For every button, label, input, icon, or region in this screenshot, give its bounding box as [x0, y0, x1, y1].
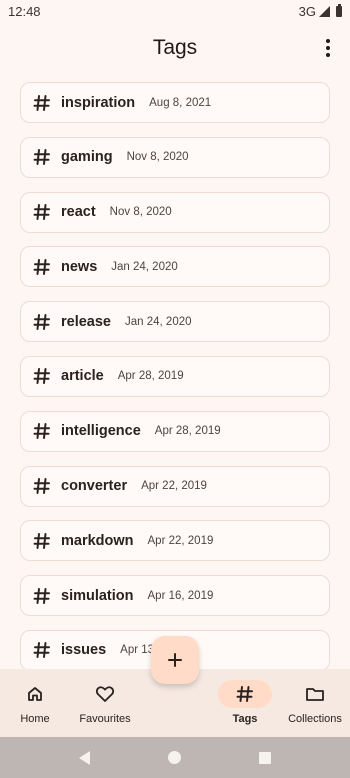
home-circle-icon[interactable] — [168, 751, 181, 764]
tag-date: Nov 8, 2020 — [109, 206, 172, 219]
tag-date: Apr 22, 2019 — [141, 480, 207, 493]
tag-card-markdown[interactable]: markdown Apr 22, 2019 — [20, 520, 330, 562]
tag-date: Apr 28, 2019 — [154, 425, 221, 438]
home-icon — [8, 680, 62, 708]
hash-icon — [33, 94, 50, 111]
nav-item-tags[interactable]: Tags — [210, 669, 280, 737]
add-tag-button[interactable] — [151, 636, 199, 684]
tag-card-intelligence[interactable]: intelligence Apr 28, 2019 — [20, 410, 330, 452]
tag-card-release[interactable]: release Jan 24, 2020 — [20, 301, 330, 343]
folder-icon — [288, 680, 342, 708]
status-bar: 12:48 3G — [0, 0, 350, 22]
back-icon[interactable] — [79, 750, 90, 765]
tag-date: Nov 8, 2020 — [126, 151, 189, 164]
tag-date: Jan 24, 2020 — [125, 315, 192, 328]
nav-item-collections[interactable]: Collections — [280, 669, 350, 737]
tag-date: Apr 28, 2019 — [117, 370, 184, 383]
hash-icon — [33, 423, 50, 440]
tag-card-article[interactable]: article Apr 28, 2019 — [20, 355, 330, 397]
add-icon — [168, 653, 182, 667]
recents-icon[interactable] — [259, 751, 271, 764]
tag-name: intelligence — [61, 423, 141, 440]
status-icons: 3G — [298, 3, 342, 19]
page-title: Tags — [152, 36, 198, 59]
tag-name: gaming — [61, 149, 113, 166]
tag-card-react[interactable]: react Nov 8, 2020 — [20, 191, 330, 233]
nav-label: Tags — [232, 713, 258, 725]
tag-date: Jan 24, 2020 — [111, 260, 178, 273]
tag-card-converter[interactable]: converter Apr 22, 2019 — [20, 465, 330, 507]
signal-icon — [319, 5, 330, 17]
hash-icon — [33, 642, 50, 659]
hash-icon — [218, 680, 272, 708]
network-type: 3G — [298, 3, 316, 19]
nav-label: Favourites — [79, 713, 131, 725]
nav-label: Home — [20, 713, 50, 725]
tag-name: simulation — [61, 587, 134, 604]
tag-date: Aug 8, 2021 — [149, 96, 212, 109]
hash-icon — [33, 478, 50, 495]
hash-icon — [33, 368, 50, 385]
status-time: 12:48 — [8, 3, 41, 19]
tag-name: article — [61, 368, 104, 385]
tag-date: Apr 16, 2019 — [147, 589, 214, 602]
nav-item-home[interactable]: Home — [0, 669, 70, 737]
heart-icon — [78, 680, 132, 708]
tag-name: react — [61, 204, 96, 221]
tag-name: release — [61, 313, 111, 330]
app-bar: Tags — [0, 28, 350, 68]
hash-icon — [33, 258, 50, 275]
battery-icon — [336, 3, 342, 17]
tag-list: inspiration Aug 8, 2021 gaming Nov 8, 20… — [20, 82, 330, 669]
nav-item-favourites[interactable]: Favourites — [70, 669, 140, 737]
tag-name: inspiration — [61, 94, 136, 111]
system-nav-bar — [0, 737, 350, 778]
nav-label: Collections — [288, 713, 342, 725]
hash-icon — [33, 587, 50, 604]
hash-icon — [33, 532, 50, 549]
hash-icon — [33, 313, 50, 330]
tag-date: Apr 22, 2019 — [147, 534, 214, 547]
tag-name: news — [61, 258, 98, 275]
tag-name: converter — [61, 478, 128, 495]
tag-card-inspiration[interactable]: inspiration Aug 8, 2021 — [20, 82, 330, 123]
hash-icon — [33, 149, 50, 166]
tag-card-simulation[interactable]: simulation Apr 16, 2019 — [20, 575, 330, 617]
hash-icon — [33, 204, 50, 221]
tag-card-news[interactable]: news Jan 24, 2020 — [20, 246, 330, 288]
tag-name: markdown — [61, 532, 134, 549]
tag-name: issues — [61, 642, 107, 659]
more-vert-icon[interactable] — [316, 36, 340, 60]
tag-card-gaming[interactable]: gaming Nov 8, 2020 — [20, 136, 330, 178]
